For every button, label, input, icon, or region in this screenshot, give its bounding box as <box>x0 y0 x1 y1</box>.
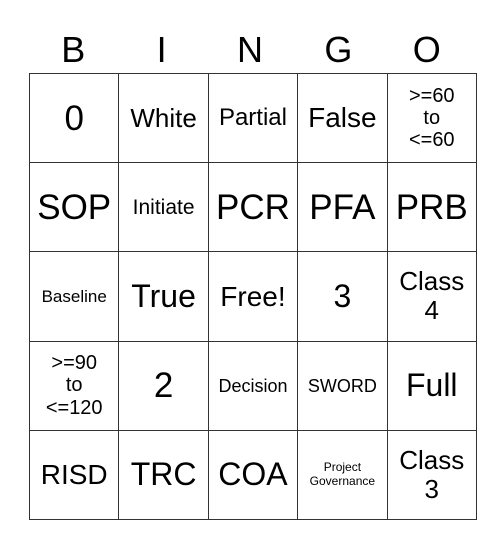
bingo-grid: 0 White Partial False >=60 to <=60 SOP Initiat… <box>28 72 477 520</box>
header-letter-n: N <box>236 29 263 70</box>
bingo-cell[interactable]: SWORD <box>297 340 388 431</box>
bingo-cell[interactable]: Full <box>386 340 477 431</box>
bingo-cell[interactable]: PRB <box>386 162 477 253</box>
bingo-cell[interactable]: Class 3 <box>386 429 477 520</box>
bingo-cell[interactable]: COA <box>207 429 299 520</box>
bingo-cell[interactable]: Partial <box>207 72 299 164</box>
bingo-cell[interactable]: Decision <box>207 340 299 431</box>
bingo-row: Baseline True Free! 3 Class 4 <box>28 251 477 342</box>
header-letter-g: G <box>324 29 353 70</box>
bingo-cell[interactable]: PCR <box>207 162 299 253</box>
bingo-cell[interactable]: True <box>118 251 209 342</box>
bingo-cell[interactable]: Class 4 <box>386 251 477 342</box>
bingo-cell[interactable]: False <box>297 72 388 164</box>
bingo-cell[interactable]: 0 <box>28 72 120 164</box>
bingo-cell[interactable]: RISD <box>28 429 120 520</box>
bingo-row: >=90 to <=120 2 Decision SWORD Full <box>28 340 477 431</box>
bingo-row: 0 White Partial False >=60 to <=60 <box>28 72 477 164</box>
bingo-cell[interactable]: Baseline <box>28 251 120 342</box>
header-letter-i: I <box>156 29 167 70</box>
bingo-cell[interactable]: 3 <box>297 251 388 342</box>
bingo-cell[interactable]: Project Governance <box>297 429 388 520</box>
bingo-row: SOP Initiate PCR PFA PRB <box>28 162 477 253</box>
bingo-row: RISD TRC COA Project Governance Class 3 <box>28 429 477 520</box>
bingo-header: B I N G O <box>29 30 471 70</box>
bingo-cell[interactable]: Initiate <box>118 162 209 253</box>
bingo-cell[interactable]: TRC <box>118 429 209 520</box>
bingo-cell[interactable]: White <box>118 72 209 164</box>
bingo-cell[interactable]: >=60 to <=60 <box>386 72 477 164</box>
header-letter-o: O <box>412 29 441 70</box>
bingo-cell[interactable]: Free! <box>207 251 299 342</box>
bingo-cell[interactable]: >=90 to <=120 <box>28 340 120 431</box>
bingo-cell[interactable]: 2 <box>118 340 209 431</box>
bingo-cell[interactable]: PFA <box>297 162 388 253</box>
header-letter-b: B <box>61 29 86 70</box>
bingo-cell[interactable]: SOP <box>28 162 120 253</box>
